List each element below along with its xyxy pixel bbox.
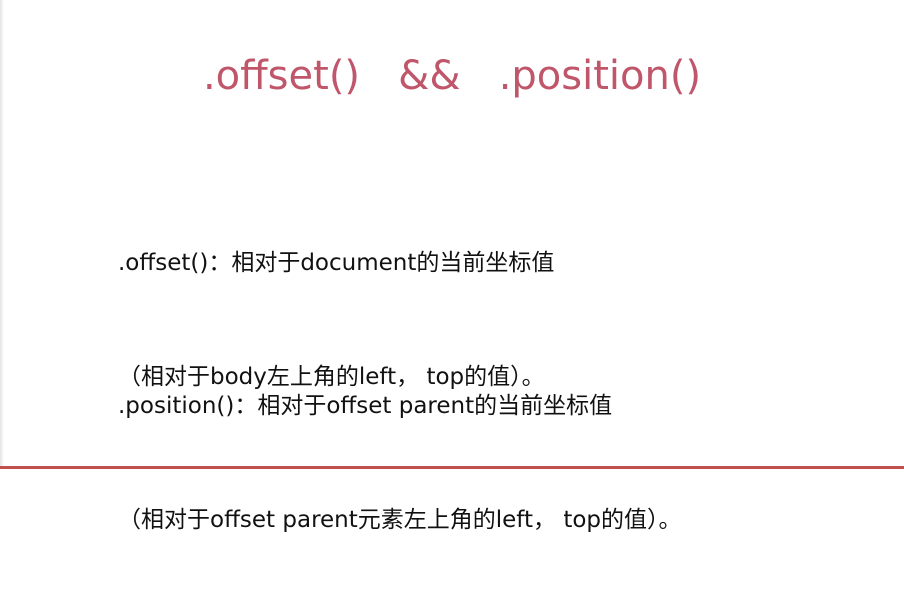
position-description-line-2: （相对于offset parent元素左上角的left， top的值）。 xyxy=(118,507,682,533)
position-description: .position()：相对于offset parent的当前坐标值 （相对于o… xyxy=(118,311,682,615)
offset-description-line-1: .offset()：相对于document的当前坐标值 xyxy=(118,250,555,276)
slide-title: .offset() && .position() xyxy=(202,53,702,99)
position-description-line-1: .position()：相对于offset parent的当前坐标值 xyxy=(118,393,613,419)
slide: .offset() && .position() .offset()：相对于do… xyxy=(0,0,904,533)
